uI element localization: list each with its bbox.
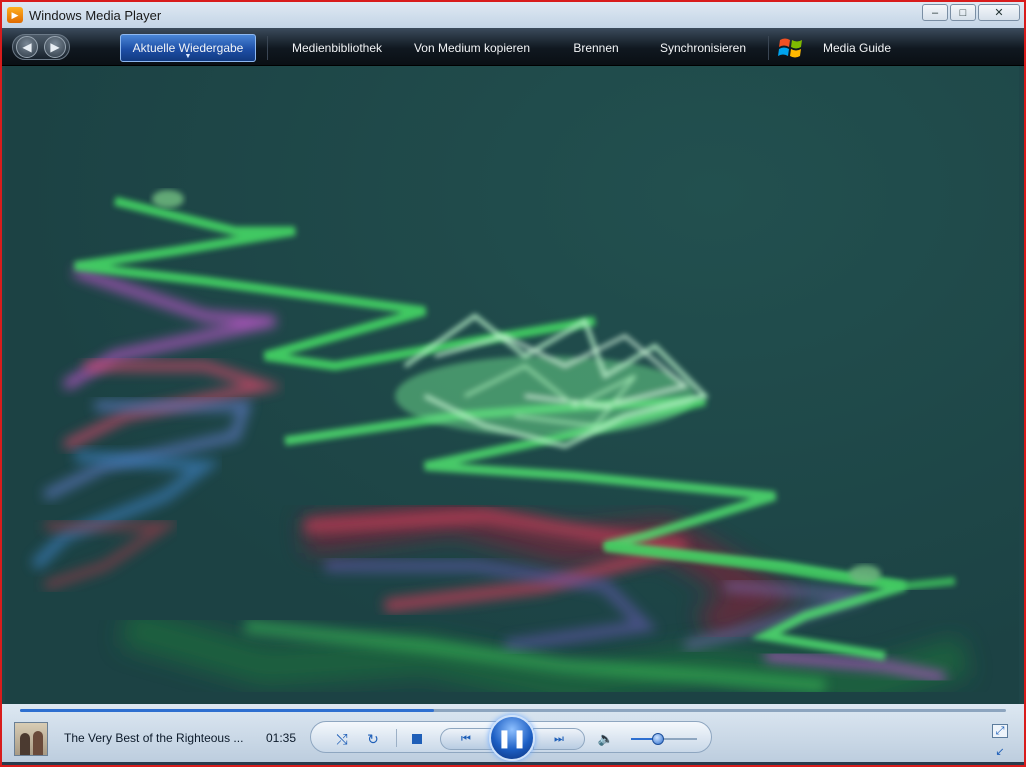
- fullscreen-icon[interactable]: ⤢: [992, 724, 1008, 738]
- tab-burn[interactable]: Brennen: [558, 34, 634, 62]
- visualization-area[interactable]: [5, 66, 1019, 704]
- album-art[interactable]: [14, 722, 48, 756]
- album-art-figure: [33, 731, 43, 755]
- chevron-down-icon[interactable]: ▼: [185, 53, 192, 60]
- previous-button[interactable]: ⏮: [440, 728, 492, 750]
- stop-icon: [412, 734, 422, 744]
- tab-label: Von Medium kopieren: [413, 41, 531, 55]
- tab-label: Synchronisieren: [659, 41, 747, 55]
- tab-library[interactable]: Medienbibliothek: [282, 34, 392, 62]
- stop-button[interactable]: [410, 732, 424, 746]
- taskbar-strip: [2, 762, 1024, 765]
- mini-mode-icon[interactable]: ↙: [992, 744, 1008, 758]
- tab-media-guide[interactable]: Media Guide: [814, 34, 900, 62]
- volume-slider-thumb[interactable]: [652, 733, 664, 745]
- tab-label: Media Guide: [822, 41, 892, 55]
- history-buttons: ◀ ▶: [12, 34, 70, 60]
- track-title: The Very Best of the Righteous ...: [64, 731, 244, 745]
- pause-button[interactable]: ❚❚: [489, 715, 535, 761]
- next-button[interactable]: ⏭: [533, 728, 585, 750]
- transport-divider: [396, 729, 397, 747]
- tab-now-playing[interactable]: Aktuelle Wiedergabe ▼: [120, 34, 256, 62]
- volume-slider[interactable]: [631, 738, 697, 740]
- windows-logo-icon[interactable]: [778, 36, 804, 60]
- navigation-bar: ◀ ▶ Aktuelle Wiedergabe ▼ Medienbiblioth…: [2, 28, 1024, 66]
- window-controls: – □ ✕: [922, 4, 1020, 21]
- maximize-button[interactable]: □: [950, 4, 976, 21]
- seek-progress: [20, 709, 435, 712]
- window-title: Windows Media Player: [29, 7, 162, 23]
- media-player-icon: ▶: [7, 7, 23, 23]
- repeat-button[interactable]: ↻: [363, 730, 383, 748]
- tab-label: Brennen: [573, 41, 619, 55]
- tab-label: Medienbibliothek: [291, 41, 383, 55]
- close-button[interactable]: ✕: [978, 4, 1020, 21]
- tab-sync[interactable]: Synchronisieren: [652, 34, 754, 62]
- tab-rip[interactable]: Von Medium kopieren: [404, 34, 540, 62]
- nav-divider: [768, 36, 769, 60]
- media-player-window: ▶ Windows Media Player – □ ✕ ◀ ▶ Aktuell…: [0, 0, 1026, 767]
- minimize-button[interactable]: –: [922, 4, 948, 21]
- seek-bar[interactable]: [20, 709, 1006, 712]
- elapsed-time: 01:35: [266, 731, 297, 745]
- back-arrow-icon[interactable]: ◀: [16, 36, 38, 58]
- album-art-figure: [20, 733, 30, 755]
- forward-arrow-icon[interactable]: ▶: [44, 36, 66, 58]
- title-bar[interactable]: ▶ Windows Media Player – □ ✕: [2, 2, 1024, 28]
- shuffle-button[interactable]: ⤭: [332, 730, 352, 748]
- playback-controls-bar: The Very Best of the Righteous ... 01:35…: [2, 704, 1024, 765]
- speaker-icon[interactable]: 🔈: [597, 730, 615, 748]
- visualization-graphic: [30, 190, 971, 704]
- nav-divider: [267, 36, 268, 60]
